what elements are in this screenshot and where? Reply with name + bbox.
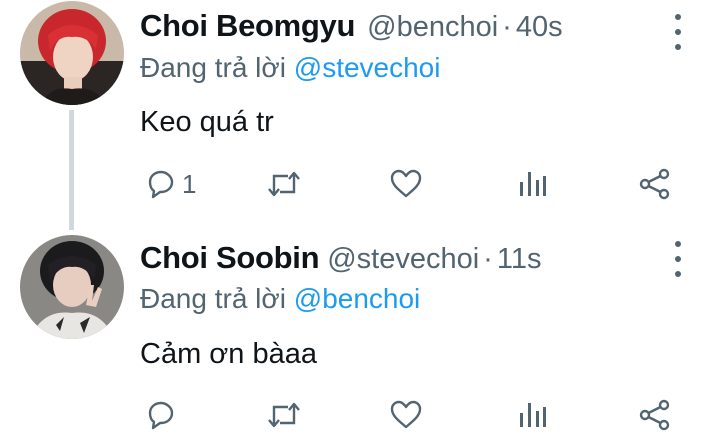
analytics-icon (520, 403, 546, 427)
replying-to: Đang trả lời @stevechoi (140, 52, 440, 84)
share-button[interactable] (638, 168, 672, 200)
reply-button[interactable]: 1 (144, 168, 196, 200)
reply-icon (148, 401, 174, 430)
mention-link[interactable]: @stevechoi (294, 52, 441, 83)
replying-to: Đang trả lời @benchoi (140, 283, 420, 315)
thread-line (69, 110, 74, 230)
timestamp[interactable]: 11s (497, 243, 542, 275)
tweet-text: Keo quá tr (140, 106, 274, 138)
like-button[interactable] (389, 399, 423, 431)
tweet[interactable]: Choi Soobin @stevechoi · 11s Đang trả lời @… (0, 225, 720, 440)
share-button[interactable] (638, 399, 672, 431)
like-button[interactable] (389, 168, 423, 200)
retweet-button[interactable] (266, 168, 302, 200)
mention-link[interactable]: @benchoi (294, 283, 421, 314)
like-icon (390, 169, 422, 198)
display-name[interactable]: Choi Soobin (140, 240, 320, 275)
user-handle[interactable]: @stevechoi (327, 243, 479, 275)
analytics-icon (520, 172, 546, 196)
more-options-icon[interactable] (668, 14, 688, 50)
retweet-icon (268, 171, 300, 197)
user-handle[interactable]: @benchoi (367, 11, 498, 43)
separator: · (483, 243, 493, 275)
analytics-button[interactable] (516, 168, 548, 200)
replying-prefix: Đang trả lời (140, 52, 286, 83)
tweet[interactable]: Choi Beomgyu @benchoi · 40s Đang trả lời @s… (0, 0, 720, 230)
reply-count: 1 (182, 168, 197, 199)
reply-icon (148, 170, 174, 199)
tweet-header: Choi Beomgyu @benchoi · 40s (140, 8, 563, 48)
like-icon (390, 400, 422, 429)
reply-button[interactable] (144, 399, 182, 431)
timestamp[interactable]: 40s (516, 11, 563, 43)
avatar[interactable] (20, 235, 124, 339)
tweet-text: Cảm ơn bàaa (140, 338, 318, 370)
display-name[interactable]: Choi Beomgyu (140, 8, 355, 43)
share-icon (639, 168, 670, 200)
retweet-icon (268, 402, 300, 428)
analytics-button[interactable] (516, 399, 548, 431)
avatar[interactable] (20, 1, 124, 105)
share-icon (639, 399, 670, 431)
replying-prefix: Đang trả lời (140, 283, 286, 314)
separator: · (502, 11, 512, 43)
tweet-header: Choi Soobin @stevechoi · 11s (140, 240, 541, 280)
more-options-icon[interactable] (668, 241, 688, 277)
retweet-button[interactable] (266, 399, 302, 431)
